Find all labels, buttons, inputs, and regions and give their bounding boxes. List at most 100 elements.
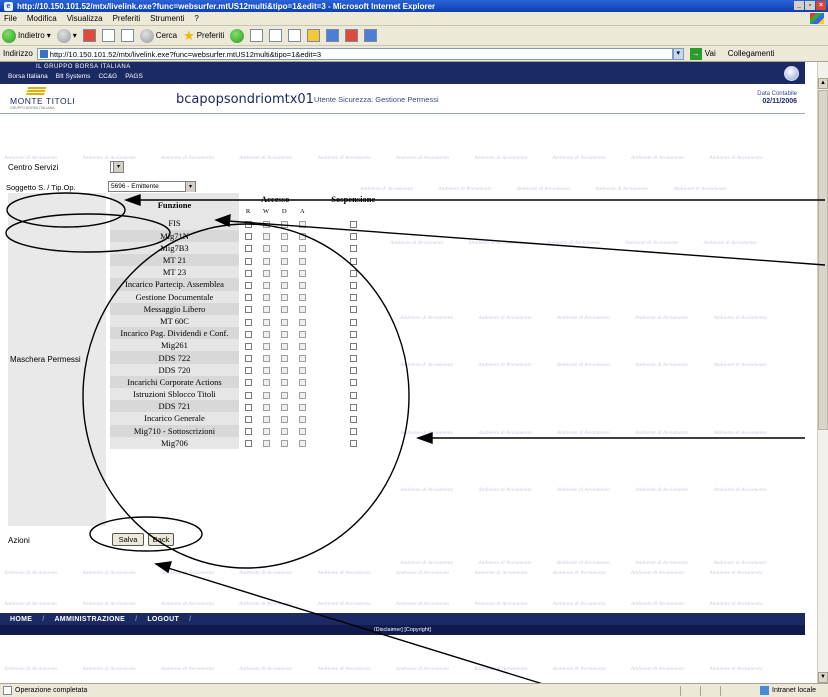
checkbox-w[interactable] bbox=[262, 355, 270, 363]
checkbox-r[interactable] bbox=[244, 245, 252, 253]
group-nav-bit[interactable]: BIt Systems bbox=[56, 73, 91, 80]
checkbox-r[interactable] bbox=[244, 330, 252, 338]
checkbox-r[interactable] bbox=[244, 416, 252, 424]
links-button[interactable]: Collegamenti bbox=[728, 49, 775, 58]
menu-file[interactable]: File bbox=[4, 14, 17, 23]
print-icon[interactable] bbox=[269, 29, 283, 42]
checkbox-a[interactable] bbox=[298, 416, 306, 424]
checkbox-a[interactable] bbox=[298, 342, 306, 350]
checkbox-suspension[interactable] bbox=[349, 342, 357, 350]
back-button[interactable]: Indietro ▾ bbox=[2, 28, 51, 43]
checkbox-a[interactable] bbox=[298, 367, 306, 375]
checkbox-w[interactable] bbox=[262, 269, 270, 277]
checkbox-w[interactable] bbox=[262, 342, 270, 350]
checkbox-d[interactable] bbox=[280, 416, 288, 424]
checkbox-d[interactable] bbox=[280, 318, 288, 326]
checkbox-a[interactable] bbox=[298, 318, 306, 326]
checkbox-r[interactable] bbox=[244, 318, 252, 326]
checkbox-a[interactable] bbox=[298, 379, 306, 387]
checkbox-d[interactable] bbox=[280, 233, 288, 241]
checkbox-a[interactable] bbox=[298, 245, 306, 253]
checkbox-d[interactable] bbox=[280, 428, 288, 436]
checkbox-a[interactable] bbox=[298, 257, 306, 265]
checkbox-r[interactable] bbox=[244, 281, 252, 289]
checkbox-a[interactable] bbox=[298, 330, 306, 338]
checkbox-a[interactable] bbox=[298, 294, 306, 302]
checkbox-w[interactable] bbox=[262, 416, 270, 424]
research-icon[interactable] bbox=[345, 29, 359, 42]
checkbox-r[interactable] bbox=[244, 269, 252, 277]
checkbox-w[interactable] bbox=[262, 257, 270, 265]
checkbox-r[interactable] bbox=[244, 294, 252, 302]
checkbox-suspension[interactable] bbox=[349, 233, 357, 241]
menu-strumenti[interactable]: Strumenti bbox=[150, 14, 184, 23]
checkbox-d[interactable] bbox=[280, 281, 288, 289]
help-globe-icon[interactable] bbox=[784, 66, 799, 81]
group-nav-pags[interactable]: PAGS bbox=[125, 73, 143, 80]
checkbox-r[interactable] bbox=[244, 379, 252, 387]
checkbox-a[interactable] bbox=[298, 269, 306, 277]
save-button[interactable]: Salva bbox=[112, 533, 144, 546]
checkbox-w[interactable] bbox=[262, 391, 270, 399]
checkbox-a[interactable] bbox=[298, 403, 306, 411]
checkbox-d[interactable] bbox=[280, 367, 288, 375]
checkbox-suspension[interactable] bbox=[349, 330, 357, 338]
forward-button[interactable]: ▾ bbox=[56, 28, 77, 43]
checkbox-w[interactable] bbox=[262, 379, 270, 387]
checkbox-a[interactable] bbox=[298, 391, 306, 399]
checkbox-suspension[interactable] bbox=[349, 306, 357, 314]
checkbox-w[interactable] bbox=[262, 318, 270, 326]
media-icon[interactable] bbox=[230, 28, 245, 43]
checkbox-d[interactable] bbox=[280, 379, 288, 387]
checkbox-a[interactable] bbox=[298, 440, 306, 448]
refresh-icon[interactable] bbox=[101, 29, 115, 42]
menu-help[interactable]: ? bbox=[194, 14, 198, 23]
checkbox-r[interactable] bbox=[244, 257, 252, 265]
checkbox-a[interactable] bbox=[298, 233, 306, 241]
checkbox-r[interactable] bbox=[244, 391, 252, 399]
favorites-button[interactable]: ★ Preferiti bbox=[183, 29, 224, 42]
back-form-button[interactable]: Back bbox=[148, 533, 174, 546]
footer-admin[interactable]: AMMINISTRAZIONE bbox=[54, 616, 125, 623]
checkbox-d[interactable] bbox=[280, 221, 288, 229]
checkbox-r[interactable] bbox=[244, 306, 252, 314]
checkbox-w[interactable] bbox=[262, 440, 270, 448]
centro-servizi-select[interactable]: ▾ bbox=[110, 161, 124, 173]
checkbox-w[interactable] bbox=[262, 245, 270, 253]
checkbox-suspension[interactable] bbox=[349, 440, 357, 448]
scroll-down-icon[interactable]: ▼ bbox=[818, 672, 828, 683]
menu-modifica[interactable]: Modifica bbox=[27, 14, 57, 23]
checkbox-d[interactable] bbox=[280, 306, 288, 314]
footer-home[interactable]: HOME bbox=[10, 616, 32, 623]
scroll-up-icon[interactable]: ▲ bbox=[818, 78, 828, 89]
checkbox-d[interactable] bbox=[280, 342, 288, 350]
checkbox-suspension[interactable] bbox=[349, 403, 357, 411]
checkbox-suspension[interactable] bbox=[349, 367, 357, 375]
checkbox-w[interactable] bbox=[262, 281, 270, 289]
checkbox-suspension[interactable] bbox=[349, 281, 357, 289]
checkbox-d[interactable] bbox=[280, 245, 288, 253]
checkbox-w[interactable] bbox=[262, 306, 270, 314]
checkbox-w[interactable] bbox=[262, 233, 270, 241]
checkbox-a[interactable] bbox=[298, 306, 306, 314]
checkbox-suspension[interactable] bbox=[349, 391, 357, 399]
checkbox-d[interactable] bbox=[280, 355, 288, 363]
menu-visualizza[interactable]: Visualizza bbox=[67, 14, 103, 23]
group-nav-ccg[interactable]: CC&G bbox=[98, 73, 117, 80]
checkbox-d[interactable] bbox=[280, 330, 288, 338]
home-icon[interactable] bbox=[120, 29, 134, 42]
footer-logout[interactable]: LOGOUT bbox=[147, 616, 179, 623]
mail-icon[interactable] bbox=[250, 29, 264, 42]
checkbox-d[interactable] bbox=[280, 257, 288, 265]
checkbox-suspension[interactable] bbox=[349, 245, 357, 253]
close-button[interactable]: × bbox=[816, 1, 826, 10]
checkbox-w[interactable] bbox=[262, 428, 270, 436]
checkbox-suspension[interactable] bbox=[349, 294, 357, 302]
group-nav-borsa[interactable]: Borsa Italiana bbox=[8, 73, 48, 80]
checkbox-suspension[interactable] bbox=[349, 428, 357, 436]
checkbox-w[interactable] bbox=[262, 403, 270, 411]
checkbox-w[interactable] bbox=[262, 367, 270, 375]
menu-preferiti[interactable]: Preferiti bbox=[113, 14, 141, 23]
checkbox-r[interactable] bbox=[244, 355, 252, 363]
checkbox-w[interactable] bbox=[262, 294, 270, 302]
